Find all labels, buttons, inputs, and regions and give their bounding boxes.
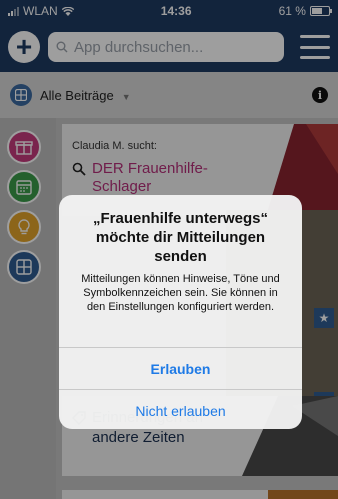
- dialog-title: „Frauenhilfe unterwegs“ möchte dir Mitte…: [92, 210, 269, 265]
- allow-button[interactable]: Erlauben: [59, 347, 302, 389]
- deny-button[interactable]: Nicht erlauben: [59, 389, 302, 429]
- notification-permission-dialog: „Frauenhilfe unterwegs“ möchte dir Mitte…: [59, 195, 302, 429]
- dialog-message: Mitteilungen können Hinweise, Töne und S…: [81, 273, 280, 313]
